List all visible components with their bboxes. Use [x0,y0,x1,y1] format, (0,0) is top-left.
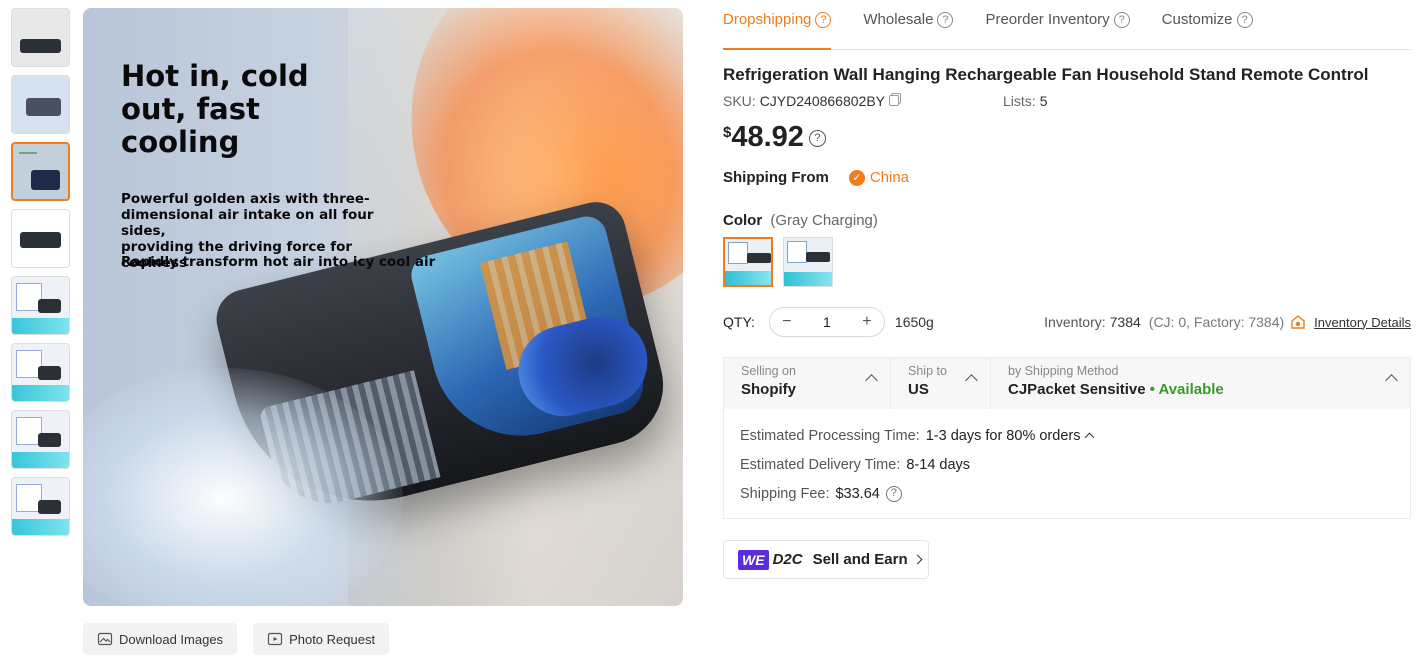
color-swatch-2[interactable] [783,237,833,287]
sku-label: SKU: [723,93,756,109]
chevron-right-icon [912,554,923,565]
tab-label: Customize [1161,11,1233,28]
processing-label: Estimated Processing Time: [740,427,920,444]
shipping-fee-row: Shipping Fee: $33.64 ? [740,479,1394,508]
shipping-method-select[interactable]: by Shipping Method CJPacket Sensitive • A… [991,358,1410,409]
delivery-label: Estimated Delivery Time: [740,456,901,473]
question-icon[interactable]: ? [885,485,902,502]
sell-and-earn-button[interactable]: WE D2C Sell and Earn [723,540,929,579]
price-amount: 48.92 [731,121,804,153]
image-actions: Download Images Photo Request [83,623,390,655]
tab-preorder-inventory[interactable]: Preorder Inventory ? [985,0,1130,49]
photo-request-label: Photo Request [289,631,376,647]
main-product-image[interactable]: Hot in, cold out, fast cooling Powerful … [83,8,683,606]
lists-value: 5 [1039,93,1048,109]
shipping-from-label: Shipping From [723,169,829,186]
question-icon[interactable]: ? [937,12,954,28]
color-swatches [723,237,1411,287]
shipping-method-name: CJPacket Sensitive [1008,381,1146,398]
purchase-mode-tabs: Dropshipping ? Wholesale ? Preorder Inve… [723,0,1411,50]
tab-wholesale[interactable]: Wholesale ? [863,0,954,49]
fee-label: Shipping Fee: [740,485,830,502]
shipping-from-country[interactable]: China [870,169,909,186]
sku-value: CJYD240866802BY [759,93,885,109]
shipping-from-row: Shipping From ✓ China [723,169,1411,186]
weight-value: 1650g [894,314,934,330]
thumbnail-6[interactable] [11,343,70,402]
thumbnail-7[interactable] [11,410,70,469]
download-images-label: Download Images [119,631,224,647]
thumbnail-4[interactable] [11,209,70,268]
question-icon[interactable]: ? [808,130,826,147]
thumbnail-5[interactable] [11,276,70,335]
product-info: Dropshipping ? Wholesale ? Preorder Inve… [723,0,1411,579]
photo-request-icon [267,632,283,646]
shipping-details: Estimated Processing Time: 1-3 days for … [724,409,1410,518]
processing-value: 1-3 days for 80% orders [925,427,1081,444]
d2c-logo: D2C [772,551,803,568]
inventory-value: 7384 [1109,314,1141,330]
tab-label: Dropshipping [723,11,812,28]
tab-customize[interactable]: Customize ? [1162,0,1253,49]
color-label: Color [723,212,763,229]
delivery-value: 8-14 days [906,456,971,473]
hero-tagline: Rapidly transform hot air into icy cool … [121,254,436,270]
selling-on-select[interactable]: Selling on Shopify [724,358,891,409]
we-logo: WE [738,549,769,570]
download-images-button[interactable]: Download Images [83,623,238,655]
unit-cutaway [407,212,657,455]
delivery-time-row: Estimated Delivery Time: 8-14 days [740,450,1394,479]
sku-row: SKU: CJYD240866802BY Lists: 5 [723,93,1411,109]
color-row: Color (Gray Charging) [723,212,1411,287]
thumbnail-1[interactable] [11,8,70,67]
chevron-up-icon[interactable] [1085,432,1095,443]
price-row: $ 48.92 ? [723,121,1411,153]
ship-to-value: US [908,381,929,398]
ship-to-label: Ship to [908,364,947,378]
price-currency: $ [723,124,732,141]
inventory-info: Inventory: 7384 (CJ: 0, Factory: 7384) I… [1044,314,1411,330]
color-selected: (Gray Charging) [770,212,878,229]
quantity-stepper: − + [768,307,885,337]
shipping-method-value: CJPacket Sensitive • Available [1008,381,1393,398]
download-image-icon [97,632,113,646]
hero-headline: Hot in, cold out, fast cooling [121,59,309,159]
question-icon[interactable]: ? [1236,12,1253,28]
processing-time-row: Estimated Processing Time: 1-3 days for … [740,421,1394,450]
color-swatch-gray-charging[interactable] [723,237,773,287]
decrement-button[interactable]: − [780,313,794,331]
tab-dropshipping[interactable]: Dropshipping ? [723,0,832,50]
thumbnail-list [11,8,71,544]
lists-label: Lists: [1003,93,1036,109]
thumbnail-8[interactable] [11,477,70,536]
ship-to-select[interactable]: Ship to US [891,358,991,409]
inventory-label: Inventory: [1044,314,1106,330]
product-title: Refrigeration Wall Hanging Rechargeable … [723,65,1369,84]
warehouse-icon [1291,315,1305,329]
photo-request-button[interactable]: Photo Request [253,623,390,655]
fee-value: $33.64 [835,485,880,502]
sell-and-earn-label: Sell and Earn [812,551,908,568]
shipping-method-label: by Shipping Method [1008,364,1119,378]
quantity-row: QTY: − + 1650g Inventory: 7384 (CJ: 0, F… [723,307,1411,337]
availability-status: • Available [1149,381,1224,398]
question-icon[interactable]: ? [815,12,832,28]
qty-label: QTY: [723,314,755,330]
shipping-selectors: Selling on Shopify Ship to US by Shippin… [724,358,1410,409]
selling-on-label: Selling on [741,364,796,378]
question-icon[interactable]: ? [1113,12,1130,28]
shipping-box: Selling on Shopify Ship to US by Shippin… [723,357,1411,519]
quantity-input[interactable] [806,314,847,330]
increment-button[interactable]: + [860,313,874,331]
inventory-detail: (CJ: 0, Factory: 7384) [1148,314,1285,330]
tab-label: Wholesale [863,11,934,28]
selling-on-value: Shopify [741,381,796,398]
inventory-details-link[interactable]: Inventory Details [1314,315,1411,330]
check-badge-icon: ✓ [848,169,865,186]
copy-icon[interactable] [889,95,899,106]
tab-label: Preorder Inventory [985,11,1110,28]
thumbnail-2[interactable] [11,75,70,134]
thumbnail-3[interactable] [11,142,70,201]
